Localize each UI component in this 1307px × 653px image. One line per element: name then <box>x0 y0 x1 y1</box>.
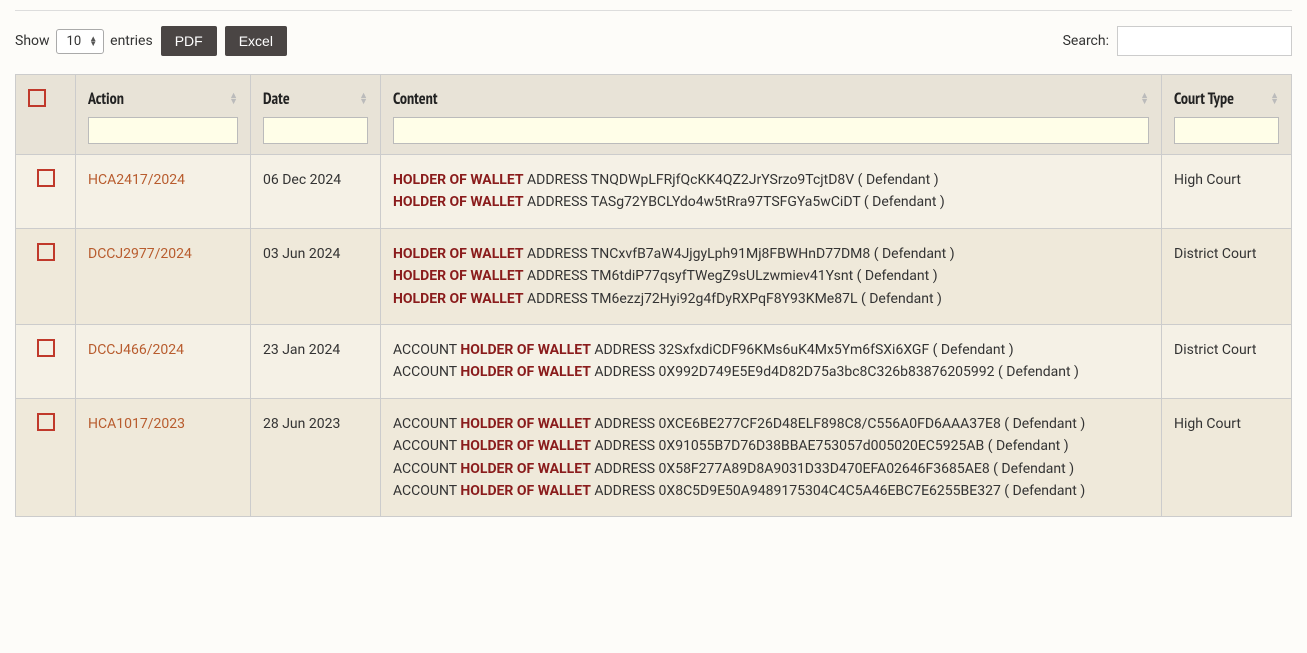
header-select-all <box>16 75 76 155</box>
filter-court-input[interactable] <box>1174 117 1279 144</box>
highlight-term: HOLDER OF WALLET <box>460 438 591 454</box>
highlight-term: HOLDER OF WALLET <box>393 268 524 284</box>
cell-court-type: District Court <box>1162 324 1292 398</box>
action-link[interactable]: DCCJ466/2024 <box>88 342 184 358</box>
search-label: Search: <box>1063 33 1109 49</box>
highlight-term: HOLDER OF WALLET <box>393 194 524 210</box>
header-court-label: Court Type <box>1174 89 1234 109</box>
table-body: HCA2417/2024 06 Dec 2024HOLDER OF WALLET … <box>16 155 1292 517</box>
filter-action-input[interactable] <box>88 117 238 144</box>
cell-action: DCCJ466/2024 <box>76 324 251 398</box>
excel-button[interactable]: Excel <box>225 26 287 56</box>
cell-court-type: High Court <box>1162 398 1292 517</box>
action-link[interactable]: DCCJ2977/2024 <box>88 246 192 262</box>
entries-value: 10 <box>67 34 82 49</box>
cell-date: 28 Jun 2023 <box>251 398 381 517</box>
highlight-term: HOLDER OF WALLET <box>393 246 524 262</box>
header-action-label: Action <box>88 89 124 109</box>
sort-icon: ▲▼ <box>1270 93 1279 105</box>
header-content-label: Content <box>393 89 438 109</box>
row-checkbox[interactable] <box>37 339 55 357</box>
row-checkbox-cell <box>16 155 76 229</box>
show-label: Show <box>15 33 50 49</box>
results-table: Action ▲▼ Date ▲▼ Content ▲▼ <box>15 74 1292 517</box>
highlight-term: HOLDER OF WALLET <box>460 342 591 358</box>
highlight-term: HOLDER OF WALLET <box>460 483 591 499</box>
row-checkbox[interactable] <box>37 243 55 261</box>
row-checkbox-cell <box>16 228 76 324</box>
cell-content: HOLDER OF WALLET ADDRESS TNCxvfB7aW4Jjgy… <box>381 228 1162 324</box>
select-arrows-icon: ▲▼ <box>89 36 97 46</box>
row-checkbox-cell <box>16 324 76 398</box>
entries-label: entries <box>110 33 153 49</box>
entries-select[interactable]: 10 ▲▼ <box>56 29 105 54</box>
cell-content: ACCOUNT HOLDER OF WALLET ADDRESS 0XCE6BE… <box>381 398 1162 517</box>
action-link[interactable]: HCA2417/2024 <box>88 172 185 188</box>
cell-date: 03 Jun 2024 <box>251 228 381 324</box>
cell-action: DCCJ2977/2024 <box>76 228 251 324</box>
select-all-checkbox[interactable] <box>28 89 46 107</box>
filter-content-input[interactable] <box>393 117 1149 144</box>
header-court-type[interactable]: Court Type ▲▼ <box>1162 75 1292 155</box>
highlight-term: HOLDER OF WALLET <box>460 416 591 432</box>
cell-content: HOLDER OF WALLET ADDRESS TNQDWpLFRjfQcKK… <box>381 155 1162 229</box>
highlight-term: HOLDER OF WALLET <box>460 461 591 477</box>
header-content[interactable]: Content ▲▼ <box>381 75 1162 155</box>
cell-date: 23 Jan 2024 <box>251 324 381 398</box>
cell-action: HCA1017/2023 <box>76 398 251 517</box>
action-link[interactable]: HCA1017/2023 <box>88 416 185 432</box>
cell-content: ACCOUNT HOLDER OF WALLET ADDRESS 32Sxfxd… <box>381 324 1162 398</box>
search-input[interactable] <box>1117 26 1292 56</box>
highlight-term: HOLDER OF WALLET <box>393 172 524 188</box>
row-checkbox[interactable] <box>37 413 55 431</box>
sort-icon: ▲▼ <box>359 93 368 105</box>
header-date[interactable]: Date ▲▼ <box>251 75 381 155</box>
highlight-term: HOLDER OF WALLET <box>393 291 524 307</box>
header-date-label: Date <box>263 89 290 109</box>
sort-icon: ▲▼ <box>229 93 238 105</box>
cell-court-type: District Court <box>1162 228 1292 324</box>
table-row: HCA2417/2024 06 Dec 2024HOLDER OF WALLET … <box>16 155 1292 229</box>
cell-court-type: High Court <box>1162 155 1292 229</box>
sort-icon: ▲▼ <box>1140 93 1149 105</box>
table-row: HCA1017/2023 28 Jun 2023ACCOUNT HOLDER OF… <box>16 398 1292 517</box>
toolbar: Show 10 ▲▼ entries PDF Excel Search: <box>15 26 1292 56</box>
cell-date: 06 Dec 2024 <box>251 155 381 229</box>
header-action[interactable]: Action ▲▼ <box>76 75 251 155</box>
filter-date-input[interactable] <box>263 117 368 144</box>
row-checkbox[interactable] <box>37 169 55 187</box>
table-row: DCCJ2977/202403 Jun 2024HOLDER OF WALLET… <box>16 228 1292 324</box>
pdf-button[interactable]: PDF <box>161 26 217 56</box>
row-checkbox-cell <box>16 398 76 517</box>
table-row: DCCJ466/2024 23 Jan 2024ACCOUNT HOLDER OF… <box>16 324 1292 398</box>
highlight-term: HOLDER OF WALLET <box>460 364 591 380</box>
cell-action: HCA2417/2024 <box>76 155 251 229</box>
